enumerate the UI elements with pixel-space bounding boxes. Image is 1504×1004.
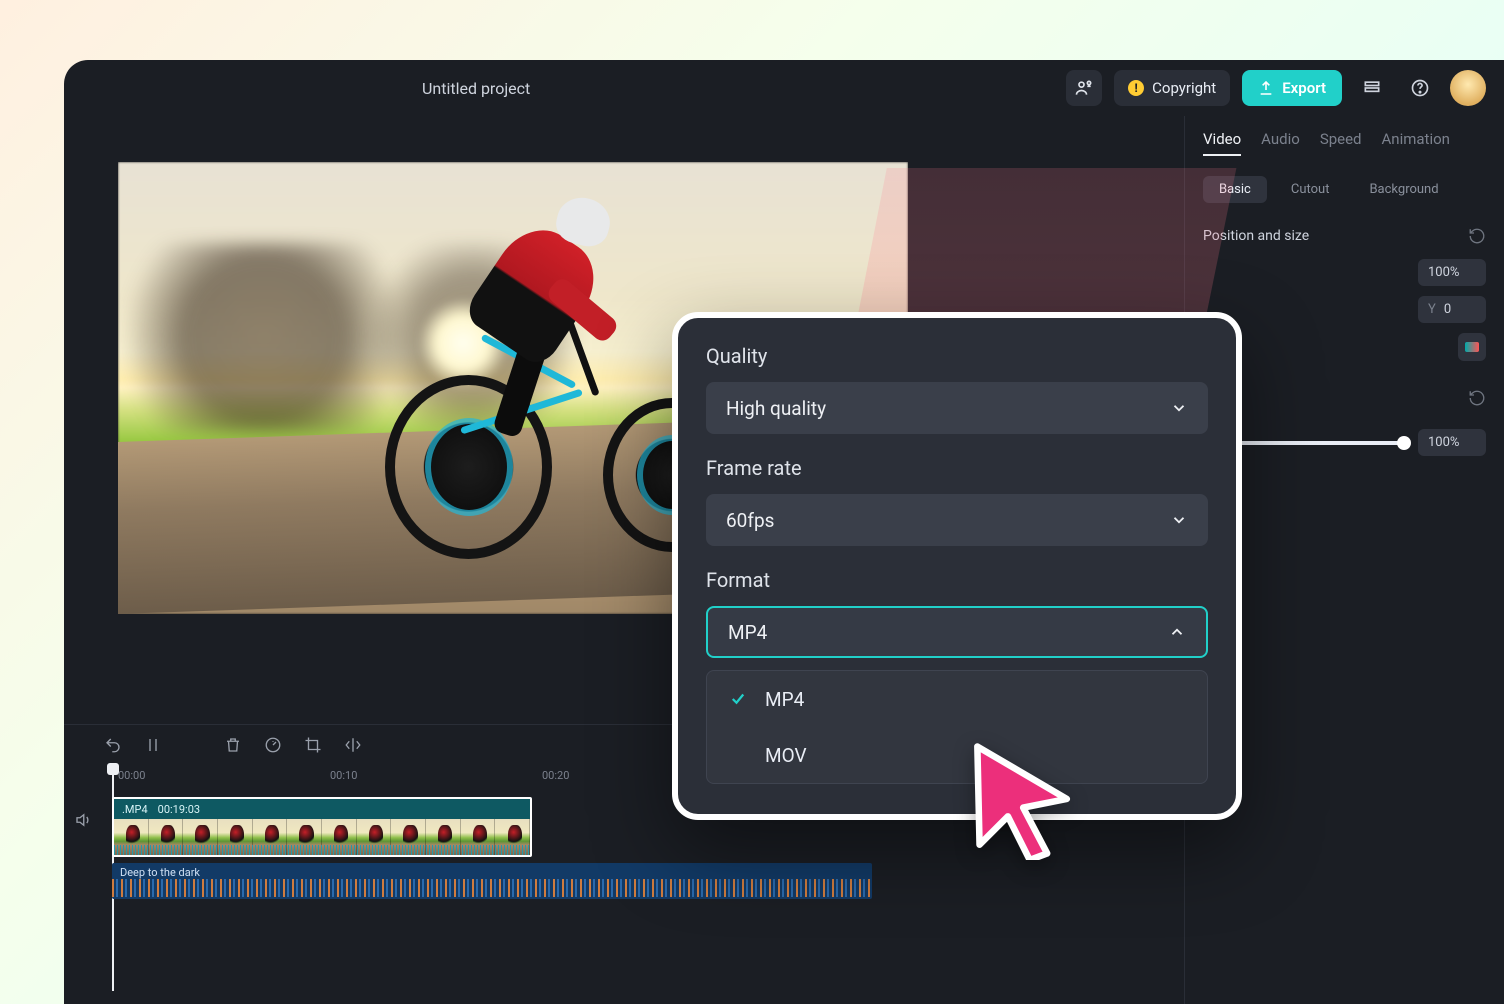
chevron-up-icon	[1168, 623, 1186, 641]
warning-icon: !	[1128, 80, 1144, 96]
clip-duration: 00:19:03	[158, 803, 200, 816]
clip-format: .MP4	[122, 803, 148, 816]
app-window: Untitled project ! Copyright Export	[64, 60, 1504, 1004]
speed-icon[interactable]	[264, 736, 282, 754]
undo-icon[interactable]	[104, 736, 122, 754]
export-settings-modal: Quality High quality Frame rate 60fps Fo…	[672, 312, 1242, 820]
mute-track-icon[interactable]	[74, 811, 92, 833]
delete-icon[interactable]	[224, 736, 242, 754]
ruler-tick: 00:10	[330, 769, 357, 782]
export-button[interactable]: Export	[1242, 70, 1342, 106]
split-icon[interactable]	[144, 736, 162, 754]
layers-button[interactable]	[1354, 70, 1390, 106]
subtab-background[interactable]: Background	[1353, 176, 1454, 203]
tab-speed[interactable]: Speed	[1320, 130, 1362, 156]
format-option-mp4[interactable]: MP4	[707, 671, 1207, 727]
framerate-label: Frame rate	[706, 456, 1208, 480]
panel-tabs: Video Audio Speed Animation	[1185, 116, 1504, 166]
chevron-down-icon	[1170, 511, 1188, 529]
subtab-cutout[interactable]: Cutout	[1275, 176, 1346, 203]
project-title: Untitled project	[422, 79, 530, 98]
export-label: Export	[1282, 79, 1326, 97]
check-icon	[729, 690, 747, 708]
help-button[interactable]	[1402, 70, 1438, 106]
scale-value[interactable]: 100%	[1418, 259, 1486, 286]
tab-video[interactable]: Video	[1203, 130, 1241, 156]
subtab-basic[interactable]: Basic	[1203, 176, 1267, 203]
topbar: Untitled project ! Copyright Export	[64, 60, 1504, 116]
format-label: Format	[706, 568, 1208, 592]
video-clip[interactable]: .MP4 00:19:03	[112, 797, 532, 857]
crop-icon[interactable]	[304, 736, 322, 754]
reset-icon[interactable]	[1468, 389, 1486, 407]
share-button[interactable]	[1066, 70, 1102, 106]
ruler-tick: 00:00	[118, 769, 145, 782]
tab-animation[interactable]: Animation	[1382, 130, 1450, 156]
format-option-mov[interactable]: MOV	[707, 727, 1207, 783]
upload-icon	[1258, 80, 1274, 96]
quality-label: Quality	[706, 344, 1208, 368]
audio-title: Deep to the dark	[120, 866, 200, 879]
color-picker[interactable]	[1458, 333, 1486, 361]
audio-clip[interactable]: Deep to the dark	[112, 863, 872, 899]
copyright-button[interactable]: ! Copyright	[1114, 70, 1230, 106]
ruler-tick: 00:20	[542, 769, 569, 782]
quality-select[interactable]: High quality	[706, 382, 1208, 434]
copyright-label: Copyright	[1152, 79, 1216, 97]
format-dropdown: MP4 MOV	[706, 670, 1208, 784]
reset-icon[interactable]	[1468, 227, 1486, 245]
y-value[interactable]: Y0	[1418, 296, 1486, 323]
framerate-select[interactable]: 60fps	[706, 494, 1208, 546]
tab-audio[interactable]: Audio	[1261, 130, 1300, 156]
format-select[interactable]: MP4	[706, 606, 1208, 658]
chevron-down-icon	[1170, 399, 1188, 417]
position-section-label: Position and size	[1203, 228, 1309, 244]
opacity-value[interactable]: 100%	[1418, 429, 1486, 456]
avatar[interactable]	[1450, 70, 1486, 106]
mirror-icon[interactable]	[344, 736, 362, 754]
